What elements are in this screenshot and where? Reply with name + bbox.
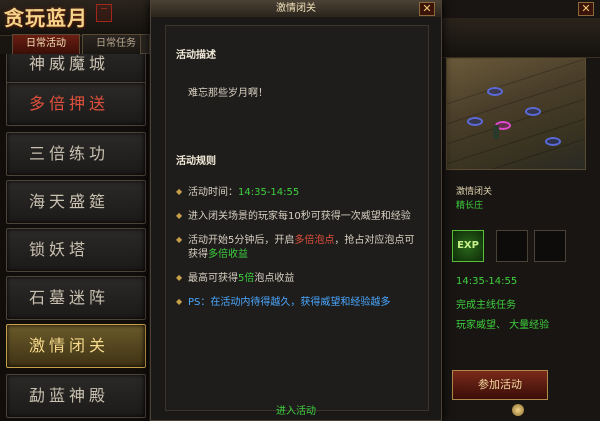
bullet-icon: ◆ — [176, 187, 183, 196]
reward-slot-empty-2[interactable] — [534, 230, 566, 262]
list-item-duobei[interactable]: 多倍押送 — [6, 82, 146, 126]
reward-slot-empty-1[interactable] — [496, 230, 528, 262]
game-window: 贪玩蓝月 一 日常活动 日常任务 神威魔城 多倍押送 三倍练功 海天盛筵 锁妖塔… — [0, 0, 600, 421]
rule-item: ◆ 最高可获得5倍泡点收益 — [176, 273, 295, 284]
bullet-icon: ◆ — [176, 235, 183, 244]
dialog-content-panel: 活动描述 难忘那些岁月啊！ 活动规则 ◆ 活动时间：14:35-14:55 ◆ … — [165, 25, 429, 417]
tab-daily-activity[interactable]: 日常活动 — [12, 34, 80, 54]
section-title-rules: 活动规则 — [176, 156, 216, 167]
tab-overflow[interactable] — [140, 34, 150, 54]
list-item-suoyao[interactable]: 锁妖塔 — [6, 228, 146, 272]
close-icon[interactable]: ✕ — [578, 2, 594, 16]
rule-item: ◆ 活动时间：14:35-14:55 — [176, 187, 300, 198]
exp-reward-icon[interactable]: EXP — [452, 230, 484, 262]
bullet-icon: ◆ — [176, 297, 183, 306]
activity-dialog: 激情闭关 ✕ 活动描述 难忘那些岁月啊！ 活动规则 ◆ 活动时间：14:35-1… — [150, 0, 442, 421]
right-header — [442, 18, 600, 58]
rule-ps: ◆ PS：在活动内待得越久，获得威望和经验越多 — [176, 297, 391, 308]
activity-time-value: 14:35-14:55 — [456, 276, 518, 287]
activity-preview-image — [446, 58, 586, 170]
list-item-menglan[interactable]: 勐蓝神殿 — [6, 374, 146, 418]
rule-item: ◆ 活动开始5分钟后，开启多倍泡点，抢占对应泡点可获得多倍收益 — [176, 235, 415, 260]
activity-list: 神威魔城 多倍押送 三倍练功 海天盛筵 锁妖塔 石墓迷阵 激情闭关 勐蓝神殿 — [0, 54, 150, 421]
list-item-jiqing[interactable]: 激情闭关 — [6, 324, 146, 368]
bullet-icon: ◆ — [176, 211, 183, 220]
logo-seal: 一 — [96, 4, 112, 22]
list-item-shimu[interactable]: 石墓迷阵 — [6, 276, 146, 320]
bullet-icon: ◆ — [176, 273, 183, 282]
list-item-haitian[interactable]: 海天盛筵 — [6, 180, 146, 224]
activity-requirement-value: 完成主线任务 — [456, 300, 516, 311]
list-item-sanbei[interactable]: 三倍练功 — [6, 132, 146, 176]
gem-icon — [512, 404, 524, 416]
join-activity-link[interactable]: 进入活动 — [276, 402, 316, 417]
rules-list: ◆ 活动时间：14:35-14:55 ◆ 进入闭关场景的玩家每10秒可获得一次威… — [176, 186, 424, 320]
activity-place-label: 精长庄 — [456, 201, 484, 211]
activity-reward-value: 玩家威望、 大量经验 — [456, 320, 550, 331]
dialog-title: 激情闭关 — [151, 1, 441, 17]
close-icon[interactable]: ✕ — [419, 2, 435, 16]
join-activity-button[interactable]: 参加活动 — [452, 370, 548, 400]
activity-description: 难忘那些岁月啊！ — [188, 88, 268, 99]
rule-item: ◆ 进入闭关场景的玩家每10秒可获得一次威望和经验 — [176, 211, 411, 222]
section-title-description: 活动描述 — [176, 50, 216, 61]
activity-name-label: 激情闭关 — [456, 187, 493, 197]
